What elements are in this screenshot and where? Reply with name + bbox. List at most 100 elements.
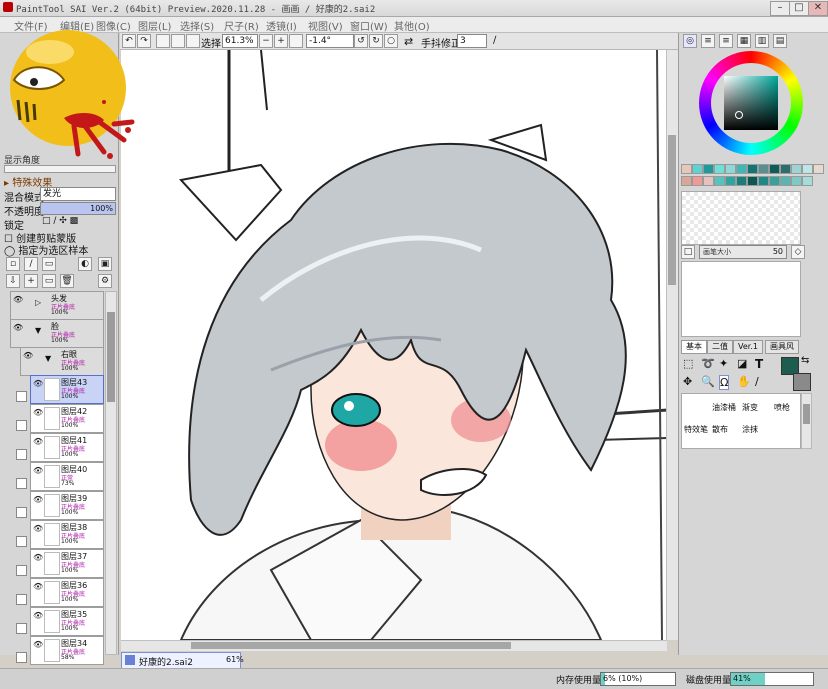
new-layer-button[interactable]: ▫ [6, 257, 20, 271]
tab-basic[interactable]: 基本 [681, 340, 707, 354]
layer-folder[interactable]: 👁 ▼ 脸 正片叠底 100% [10, 319, 104, 348]
menu-filter[interactable]: 透镜(I) [266, 18, 297, 33]
visibility-eye-icon[interactable]: 👁 [33, 495, 43, 504]
color-swatch[interactable] [703, 176, 714, 186]
delete-layer-icon[interactable]: 🗑 [60, 274, 74, 288]
display-angle-slider[interactable] [4, 165, 116, 173]
layer-row[interactable]: 👁 图层39 正片叠底 100% [30, 491, 104, 520]
color-swatch[interactable] [791, 176, 802, 186]
layer-checkbox[interactable] [16, 478, 27, 489]
layer-row[interactable]: 👁 图层38 正片叠底 100% [30, 520, 104, 549]
color-swatch[interactable] [747, 176, 758, 186]
selection-pen-icon[interactable]: ◪ [737, 357, 747, 370]
tool-bucket[interactable]: 油漆桶 [712, 402, 736, 413]
blend-mode-select[interactable]: 发光 [40, 187, 116, 201]
layer-row[interactable]: 👁 图层40 正常 73% [30, 462, 104, 491]
layer-scroll-thumb[interactable] [107, 312, 115, 402]
layer-row[interactable]: 👁 图层36 正片叠底 100% [30, 578, 104, 607]
tab-painter[interactable]: 画具风 [765, 340, 799, 354]
folder-collapsed-icon[interactable]: ▷ [35, 298, 41, 307]
minimize-button[interactable]: – [770, 1, 790, 16]
stabilizer-field[interactable]: 3 [457, 34, 487, 48]
canvas-horizontal-scrollbar[interactable] [121, 640, 667, 651]
tool-smudge[interactable]: 涂抹 [742, 424, 758, 435]
visibility-eye-icon[interactable]: 👁 [33, 524, 43, 533]
zoom-out-button[interactable]: − [259, 34, 273, 48]
folder-expanded-icon[interactable]: ▼ [45, 354, 51, 363]
rotate-left-button[interactable]: ↺ [354, 34, 368, 48]
layer-mask-button[interactable]: ◐ [78, 257, 92, 271]
tool-effect-pen[interactable]: 特效笔 [684, 424, 708, 435]
visibility-eye-icon[interactable]: 👁 [13, 295, 23, 304]
tab-binary[interactable]: 二值 [707, 340, 733, 354]
tool-grid-scrollbar[interactable] [801, 393, 812, 449]
color-swatch[interactable] [725, 176, 736, 186]
rotate-right-button[interactable]: ↻ [369, 34, 383, 48]
color-swatch[interactable] [758, 164, 769, 174]
brush-size-slider[interactable]: 画笔大小 50 [699, 245, 787, 259]
color-swatch[interactable] [736, 176, 747, 186]
swatch-button[interactable]: ▥ [755, 34, 769, 48]
layer-checkbox[interactable] [16, 652, 27, 663]
hand-tool-icon[interactable]: ✋ [737, 375, 751, 388]
color-swatch[interactable] [714, 164, 725, 174]
layer-checkbox[interactable] [16, 449, 27, 460]
new-folder-button[interactable]: ▭ [42, 257, 56, 271]
saturation-value-square[interactable] [724, 76, 778, 130]
color-swatch[interactable] [791, 164, 802, 174]
magic-wand-icon[interactable]: ✦ [719, 357, 728, 370]
scratchpad-button[interactable]: ▤ [773, 34, 787, 48]
rotation-field[interactable]: -1.4° [306, 34, 354, 48]
palette-button[interactable]: ▦ [737, 34, 751, 48]
visibility-eye-icon[interactable]: 👁 [33, 582, 43, 591]
color-swatch[interactable] [714, 176, 725, 186]
color-swatch[interactable] [813, 164, 824, 174]
brush-size-preview-icon[interactable]: □ [681, 245, 695, 259]
menu-window[interactable]: 窗口(W) [350, 18, 388, 33]
new-pen-layer-button[interactable]: ∕ [24, 257, 38, 271]
menu-select[interactable]: 选择(S) [180, 18, 214, 33]
color-swatch[interactable] [802, 176, 813, 186]
tool-scatter[interactable]: 散布 [712, 424, 728, 435]
eyedropper-icon[interactable]: ∕ [755, 375, 759, 388]
layer-folder[interactable]: 👁 ▼ 右眼 正片叠底 100% [20, 347, 104, 376]
zoom-tool-icon[interactable]: 🔍 [701, 375, 715, 388]
color-swatch[interactable] [692, 164, 703, 174]
tool-airbrush[interactable]: 喷枪 [774, 402, 790, 413]
color-swatch[interactable] [736, 164, 747, 174]
redo-button[interactable]: ↷ [137, 34, 151, 48]
lock-icons[interactable]: □ ∕ ✣ ▩ [42, 216, 78, 226]
invert-selection-button[interactable] [171, 34, 185, 48]
rotate-reset-button[interactable]: ○ [384, 34, 398, 48]
color-swatch[interactable] [703, 164, 714, 174]
layer-checkbox[interactable] [16, 623, 27, 634]
horizontal-scroll-thumb[interactable] [191, 642, 511, 649]
color-swatch[interactable] [769, 164, 780, 174]
color-swatch[interactable] [681, 164, 692, 174]
menu-view[interactable]: 视图(V) [308, 18, 343, 33]
visibility-eye-icon[interactable]: 👁 [33, 553, 43, 562]
color-swatch[interactable] [802, 164, 813, 174]
selection-toggle-button[interactable] [186, 34, 200, 48]
merge-down-button[interactable]: + [24, 274, 38, 288]
close-button[interactable]: ✕ [808, 1, 828, 16]
color-swatch[interactable] [681, 176, 692, 186]
layer-row[interactable]: 👁 图层37 正片叠底 100% [30, 549, 104, 578]
layer-checkbox[interactable] [16, 536, 27, 547]
visibility-eye-icon[interactable]: 👁 [33, 466, 43, 475]
canvas-vertical-scrollbar[interactable] [666, 50, 678, 640]
text-tool-icon[interactable]: T [755, 357, 763, 371]
tool-grid-scroll-thumb[interactable] [803, 404, 810, 424]
rect-select-icon[interactable]: ⬚ [683, 357, 693, 370]
tool-gradient[interactable]: 渐变 [742, 402, 758, 413]
visibility-eye-icon[interactable]: 👁 [13, 323, 23, 332]
vertical-scroll-thumb[interactable] [668, 135, 676, 285]
layer-checkbox[interactable] [16, 507, 27, 518]
secondary-color-swatch[interactable] [793, 373, 811, 391]
layer-row[interactable]: 👁 图层35 正片叠底 100% [30, 607, 104, 636]
brush-size-mode-button[interactable]: ◇ [791, 245, 805, 259]
color-wheel-button[interactable]: ◎ [683, 34, 697, 48]
color-swatch[interactable] [758, 176, 769, 186]
maximize-button[interactable]: □ [789, 1, 809, 16]
flip-icon[interactable]: ⇄ [404, 35, 413, 48]
